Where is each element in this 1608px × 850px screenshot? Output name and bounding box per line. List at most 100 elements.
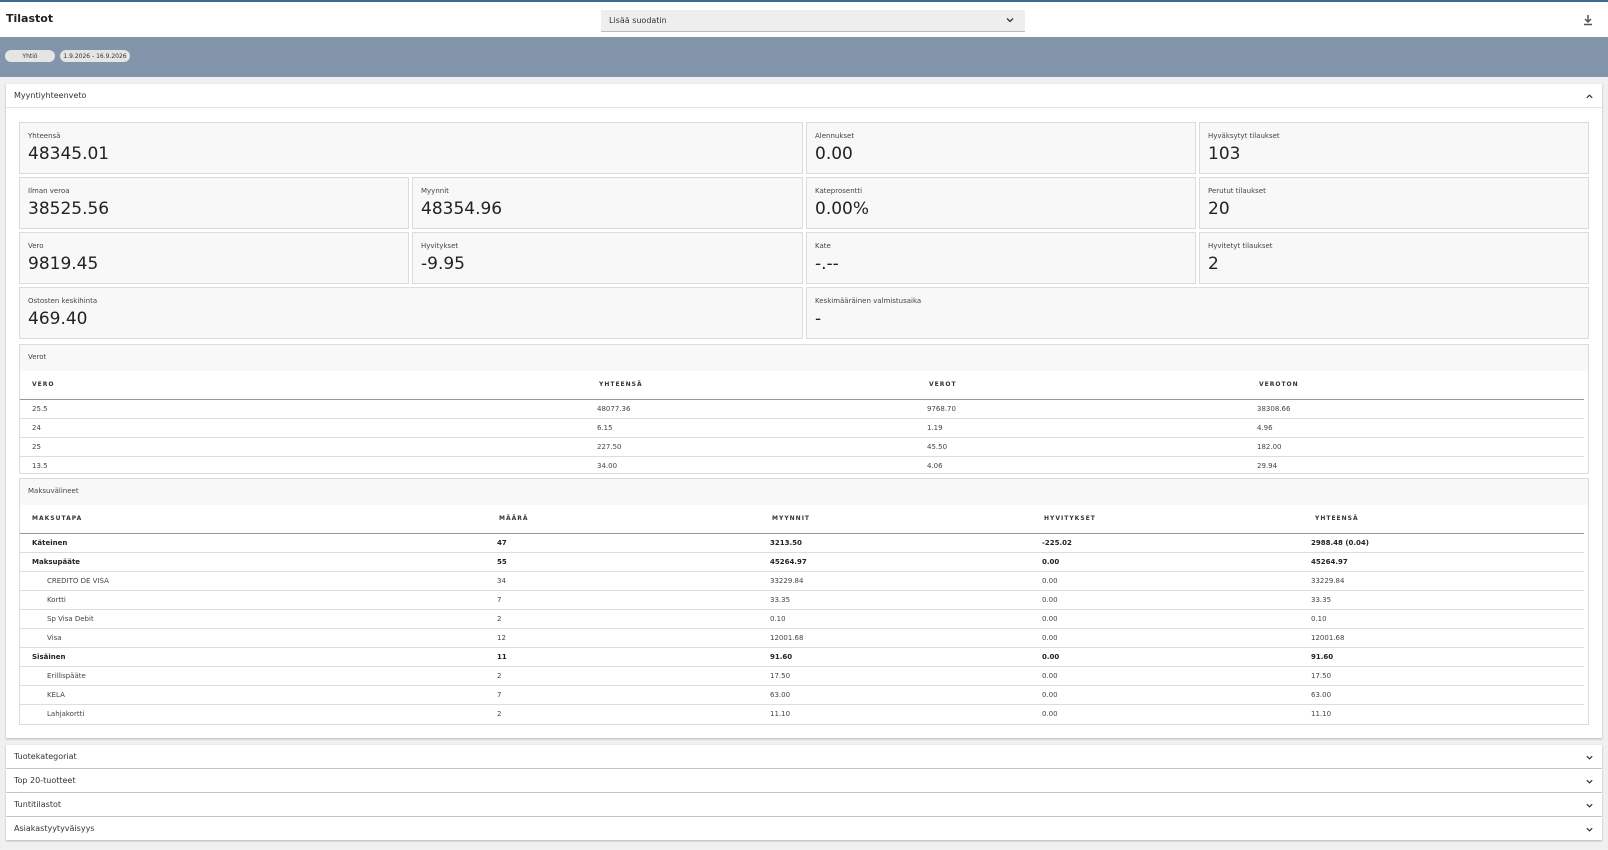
filter-placeholder: Lisää suodatin [609, 16, 667, 25]
card-margin: Kate -.-- [806, 232, 1196, 284]
table-cell: 1.19 [927, 418, 1257, 438]
section-header[interactable]: Tuotekategoriat [6, 745, 1602, 768]
table-cell: 0.00 [1042, 709, 1058, 718]
table-cell: Käteinen [20, 533, 497, 553]
table-cell: 7 [497, 590, 770, 610]
column-header: VEROTON [1257, 371, 1584, 400]
card-label: Vero [28, 242, 44, 250]
table-row: Kortti 7 33.35 0.00 33.35 [20, 590, 1584, 610]
table-cell: 2 [497, 609, 770, 629]
table-cell: 11.10 [770, 709, 791, 718]
table-cell: 0.00 [1042, 666, 1311, 686]
section-title: Tuotekategoriat [14, 752, 77, 761]
table-cell: CREDITO DE VISA [20, 571, 497, 591]
table-cell: 34 [497, 571, 770, 591]
card-value: 9819.45 [28, 254, 99, 274]
card-label: Yhteensä [28, 132, 61, 140]
table-cell: 4.06 [927, 461, 943, 470]
card-value: 2 [1208, 254, 1219, 274]
sales-summary-title: Myyntiyhteenveto [14, 91, 87, 100]
table-cell: -225.02 [1042, 533, 1311, 553]
table-cell: 47 [497, 533, 770, 553]
download-icon[interactable] [1582, 14, 1594, 26]
column-header: MYYNNIT [770, 505, 1042, 534]
card-tax: Vero 9819.45 [19, 232, 409, 284]
table-row: Sisäinen 11 91.60 0.00 91.60 [20, 647, 1584, 667]
card-label: Ostosten keskihinta [28, 297, 98, 305]
table-cell: 2988.48 (0.04) [1311, 533, 1584, 553]
section-customer-satisfaction[interactable]: Asiakastyytyväisyys [6, 817, 1602, 840]
section-header[interactable]: Asiakastyytyväisyys [6, 817, 1602, 840]
section-product-categories[interactable]: Tuotekategoriat [6, 745, 1602, 768]
table-cell: 2 [497, 666, 770, 686]
table-row: Sp Visa Debit 2 0.10 0.00 0.10 [20, 609, 1584, 629]
card-accepted-orders: Hyväksytyt tilaukset 103 [1199, 122, 1589, 174]
table-cell: 13.5 [32, 461, 48, 470]
page-title: Tilastot [6, 12, 54, 25]
column-header: YHTEENSÄ [597, 371, 927, 400]
table-cell: 33.35 [770, 590, 1042, 610]
card-value: 48354.96 [421, 199, 503, 219]
table-cell: 11.10 [1311, 709, 1332, 718]
section-title: Tuntitilastot [14, 800, 61, 809]
table-cell: Sp Visa Debit [20, 609, 497, 629]
card-sales: Myynnit 48354.96 [412, 177, 803, 229]
table-row: 25.5 48077.36 9768.70 38308.66 [20, 399, 1584, 419]
card-average-purchase: Ostosten keskihinta 469.40 [19, 287, 803, 339]
section-hourly-stats[interactable]: Tuntitilastot [6, 793, 1602, 816]
table-cell: 45.50 [927, 437, 1257, 457]
section-header[interactable]: Top 20-tuotteet [6, 769, 1602, 792]
card-value: 103 [1208, 144, 1241, 164]
table-cell: 0.00 [1042, 590, 1311, 610]
table-cell: Visa [20, 628, 497, 648]
table-row: Lahjakortti 2 11.10 0.00 11.10 [20, 704, 1584, 723]
card-label: Hyväksytyt tilaukset [1208, 132, 1280, 140]
table-row: Visa 12 12001.68 0.00 12001.68 [20, 628, 1584, 648]
add-filter-select[interactable]: Lisää suodatin [601, 10, 1025, 32]
table-cell: 0.00 [1042, 628, 1311, 648]
card-label: Hyvitykset [421, 242, 459, 250]
card-value: 48345.01 [28, 144, 110, 164]
table-cell: 33229.84 [770, 571, 1042, 591]
section-header[interactable]: Tuntitilastot [6, 793, 1602, 816]
card-total: Yhteensä 48345.01 [19, 122, 803, 174]
table-cell: 55 [497, 552, 770, 572]
section-top-20-products[interactable]: Top 20-tuotteet [6, 769, 1602, 792]
table-cell: 91.60 [1311, 647, 1584, 667]
column-header: VEROT [927, 371, 1257, 400]
column-header: MÄÄRÄ [497, 505, 770, 534]
chip-date-range[interactable]: 1.9.2026 - 16.9.2026 [60, 50, 130, 62]
table-cell: 7 [497, 685, 770, 705]
card-value: -.-- [815, 254, 839, 274]
table-cell: 38308.66 [1257, 399, 1584, 419]
table-row: Käteinen 47 3213.50 -225.02 2988.48 (0.0… [20, 533, 1584, 553]
chevron-down-icon [1006, 18, 1014, 23]
table-cell: 2 [497, 709, 502, 718]
taxes-table-card: Verot VERO YHTEENSÄ VEROT VEROTON 25.5 4… [19, 344, 1589, 474]
table-cell: 17.50 [1311, 666, 1584, 686]
card-value: 38525.56 [28, 199, 110, 219]
table-cell: 4.96 [1257, 418, 1584, 438]
card-label: Alennukset [815, 132, 855, 140]
table-cell: 45264.97 [770, 552, 1042, 572]
chevron-down-icon [1586, 755, 1593, 760]
table-cell: 0.00 [1042, 647, 1311, 667]
table-cell: 182.00 [1257, 437, 1584, 457]
table-cell: 0.00 [1042, 609, 1311, 629]
table-cell: 12 [497, 628, 770, 648]
table-cell: 0.00 [1042, 552, 1311, 572]
sales-summary-header[interactable]: Myyntiyhteenveto [6, 84, 1602, 108]
card-value: 20 [1208, 199, 1230, 219]
column-header: YHTEENSÄ [1311, 505, 1584, 534]
card-value: 0.00 [815, 144, 853, 164]
table-header-row: VERO YHTEENSÄ VEROT VEROTON [20, 371, 1584, 400]
table-cell: 33.35 [1311, 590, 1584, 610]
chevron-up-icon [1586, 94, 1593, 99]
card-without-tax: Ilman veroa 38525.56 [19, 177, 409, 229]
chip-company[interactable]: Yhtiö [5, 50, 55, 62]
table-cell: KELA [20, 685, 497, 705]
table-cell: 227.50 [597, 437, 927, 457]
table-cell: 25 [20, 437, 597, 457]
table-header-row: MAKSUTAPA MÄÄRÄ MYYNNIT HYVITYKSET YHTEE… [20, 505, 1584, 534]
column-header: MAKSUTAPA [20, 505, 497, 534]
